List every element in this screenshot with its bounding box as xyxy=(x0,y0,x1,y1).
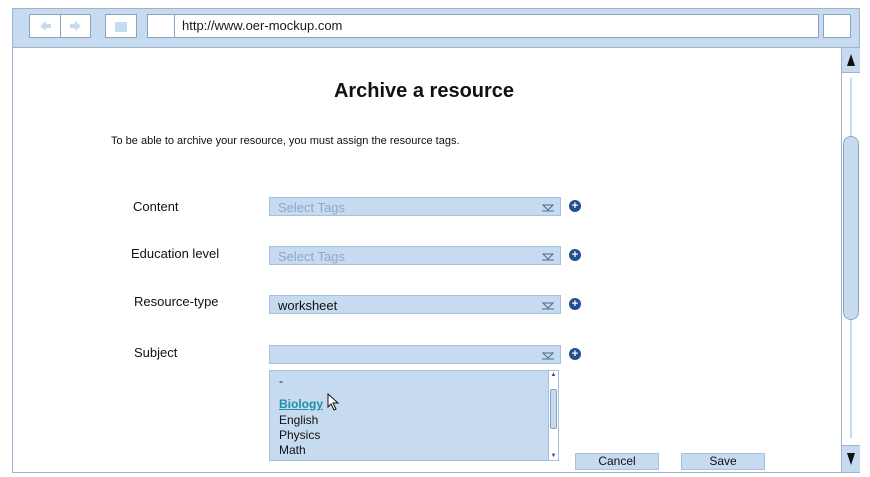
chevron-down-icon xyxy=(542,253,554,261)
subject-option-math[interactable]: Math xyxy=(279,443,306,457)
content-select[interactable]: Select Tags xyxy=(269,197,561,216)
add-circle-icon: + xyxy=(571,348,579,360)
address-bar[interactable]: http://www.oer-mockup.com xyxy=(147,14,819,38)
home-icon xyxy=(115,22,127,32)
url-text[interactable]: http://www.oer-mockup.com xyxy=(182,18,342,33)
nav-buttons xyxy=(29,14,91,38)
dropdown-scroll-thumb[interactable] xyxy=(550,389,557,429)
page-scroll-thumb[interactable] xyxy=(843,136,859,320)
scroll-up-button[interactable] xyxy=(842,48,860,73)
education-level-select[interactable]: Select Tags xyxy=(269,246,561,265)
chevron-down-icon xyxy=(542,302,554,310)
add-circle-icon: + xyxy=(571,249,579,261)
forward-button[interactable] xyxy=(61,15,91,37)
content-label: Content xyxy=(133,199,179,214)
subject-option-none[interactable]: - xyxy=(279,374,283,388)
scroll-down-arrow-icon xyxy=(847,453,855,465)
page-title: Archive a resource xyxy=(333,80,515,102)
add-circle-icon: + xyxy=(571,200,579,212)
add-content-tag-button[interactable]: + xyxy=(569,200,581,212)
subject-option-biology[interactable]: Biology xyxy=(279,397,323,411)
save-button[interactable]: Save xyxy=(681,453,765,470)
chevron-down-icon xyxy=(542,204,554,212)
content-select-value: Select Tags xyxy=(278,200,345,215)
add-education-level-tag-button[interactable]: + xyxy=(569,249,581,261)
education-level-label: Education level xyxy=(131,246,220,261)
scroll-down-button[interactable] xyxy=(842,445,860,472)
resource-type-label: Resource-type xyxy=(134,294,219,309)
browser-menu-button[interactable] xyxy=(823,14,851,38)
subject-select[interactable] xyxy=(269,345,561,364)
browser-window: http://www.oer-mockup.com Archive a reso… xyxy=(12,8,860,473)
scroll-up-arrow-icon[interactable]: ▲ xyxy=(549,371,558,379)
cancel-button[interactable]: Cancel xyxy=(575,453,659,470)
subject-option-physics[interactable]: Physics xyxy=(279,428,320,442)
add-subject-tag-button[interactable]: + xyxy=(569,348,581,360)
resource-type-select-value: worksheet xyxy=(278,298,338,313)
scroll-down-arrow-icon[interactable]: ▼ xyxy=(549,452,558,460)
add-circle-icon: + xyxy=(571,298,579,310)
chevron-down-icon xyxy=(542,352,554,360)
intro-text: To be able to archive your resource, you… xyxy=(111,135,460,147)
browser-toolbar: http://www.oer-mockup.com xyxy=(13,9,859,48)
subject-dropdown-list[interactable]: - Biology English Physics Math ▲ ▼ xyxy=(269,370,559,461)
url-prefix-box xyxy=(148,15,175,37)
mouse-pointer-icon xyxy=(327,393,340,411)
page-content: Archive a resource To be able to archive… xyxy=(13,48,835,472)
back-arrow-icon xyxy=(40,21,51,31)
subject-option-english[interactable]: English xyxy=(279,413,318,427)
subject-label: Subject xyxy=(134,345,178,360)
page-scrollbar[interactable] xyxy=(841,48,860,472)
back-button[interactable] xyxy=(30,15,61,37)
home-button[interactable] xyxy=(105,14,137,38)
add-resource-type-tag-button[interactable]: + xyxy=(569,298,581,310)
forward-arrow-icon xyxy=(70,21,81,31)
dropdown-scrollbar[interactable]: ▲ ▼ xyxy=(548,371,558,460)
resource-type-select[interactable]: worksheet xyxy=(269,295,561,314)
scroll-up-arrow-icon xyxy=(847,54,855,66)
education-level-select-value: Select Tags xyxy=(278,249,345,264)
